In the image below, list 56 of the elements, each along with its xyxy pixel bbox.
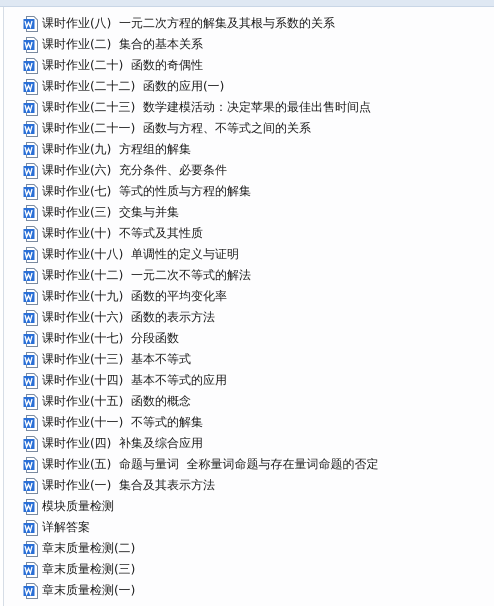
file-item[interactable]: 课时作业(六) 充分条件、必要条件 (23, 160, 494, 181)
word-document-icon (23, 582, 38, 598)
word-document-icon (23, 184, 38, 200)
word-document-icon (23, 120, 38, 136)
word-document-icon (23, 162, 38, 178)
file-item[interactable]: 课时作业(十) 不等式及其性质 (23, 223, 494, 244)
file-item[interactable]: 课时作业(二十) 函数的奇偶性 (23, 55, 494, 76)
file-item[interactable]: 章末质量检测(二) (23, 538, 494, 559)
word-document-icon (23, 352, 38, 368)
word-document-icon (23, 562, 38, 578)
file-item[interactable]: 课时作业(二十三) 数学建模活动：决定苹果的最佳出售时间点 (23, 97, 494, 118)
file-item[interactable]: 课时作业(十五) 函数的概念 (23, 391, 494, 412)
file-item[interactable]: 课时作业(八) 一元二次方程的解集及其根与系数的关系 (23, 13, 494, 34)
file-item[interactable]: 模块质量检测 (23, 496, 494, 517)
word-document-icon (23, 16, 38, 32)
word-document-icon (23, 36, 38, 52)
file-item[interactable]: 详解答案 (23, 517, 494, 538)
word-document-icon (23, 478, 38, 494)
word-document-icon (23, 394, 38, 410)
file-item[interactable]: 章末质量检测(一) (23, 580, 494, 601)
file-item[interactable]: 课时作业(四) 补集及综合应用 (23, 433, 494, 454)
word-document-icon (23, 58, 38, 74)
file-item[interactable]: 课时作业(九) 方程组的解集 (23, 139, 494, 160)
word-document-icon (23, 142, 38, 158)
file-item[interactable]: 课时作业(五) 命题与量词 全称量词命题与存在量词命题的否定 (23, 454, 494, 475)
file-item[interactable]: 课时作业(十四) 基本不等式的应用 (23, 370, 494, 391)
file-item[interactable]: 课时作业(三) 交集与并集 (23, 202, 494, 223)
word-document-icon (23, 204, 38, 220)
file-item[interactable]: 课时作业(十七) 分段函数 (23, 328, 494, 349)
word-document-icon (23, 268, 38, 284)
file-item[interactable]: 课时作业(十八) 单调性的定义与证明 (23, 244, 494, 265)
word-document-icon (23, 498, 38, 514)
word-document-icon (23, 288, 38, 304)
file-item[interactable]: 课时作业(一) 集合及其表示方法 (23, 475, 494, 496)
word-document-icon (23, 310, 38, 326)
word-document-icon (23, 78, 38, 94)
file-item[interactable]: 课时作业(七) 等式的性质与方程的解集 (23, 181, 494, 202)
file-item[interactable]: 课时作业(十二) 一元二次不等式的解法 (23, 265, 494, 286)
word-document-icon (23, 414, 38, 430)
word-document-icon (23, 226, 38, 242)
file-item[interactable]: 课时作业(十六) 函数的表示方法 (23, 307, 494, 328)
word-document-icon (23, 330, 38, 346)
file-item[interactable]: 课时作业(十九) 函数的平均变化率 (23, 286, 494, 307)
file-item[interactable]: 课时作业(二十一) 函数与方程、不等式之间的关系 (23, 118, 494, 139)
word-document-icon (23, 520, 38, 536)
word-document-icon (23, 246, 38, 262)
file-item[interactable]: 章末质量检测(三) (23, 559, 494, 580)
word-document-icon (23, 436, 38, 452)
word-document-icon (23, 456, 38, 472)
word-document-icon (23, 100, 38, 116)
file-item[interactable]: 课时作业(二) 集合的基本关系 (23, 34, 494, 55)
file-item[interactable]: 课时作业(十一) 不等式的解集 (23, 412, 494, 433)
word-document-icon (23, 372, 38, 388)
file-item[interactable]: 课时作业(二十二) 函数的应用(一) (23, 76, 494, 97)
file-item[interactable]: 课时作业(十三) 基本不等式 (23, 349, 494, 370)
word-document-icon (23, 540, 38, 556)
